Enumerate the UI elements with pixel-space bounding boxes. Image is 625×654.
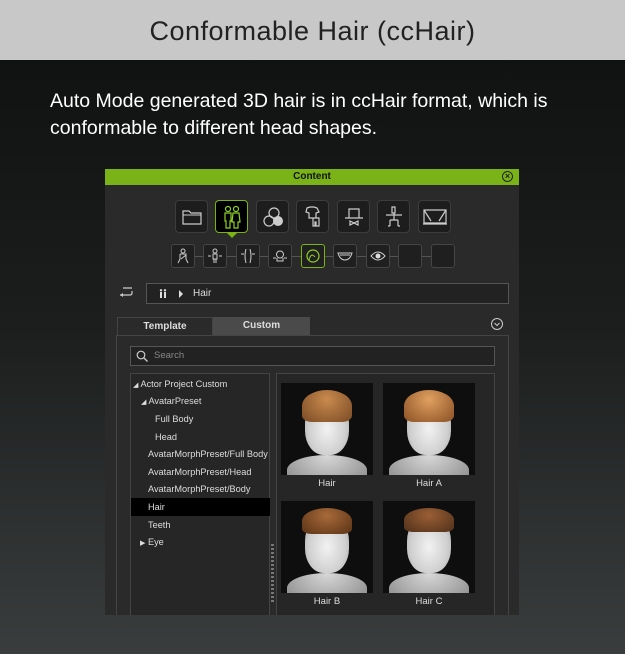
window-title: Content <box>293 171 331 182</box>
tree-item-selected[interactable]: Hair <box>131 498 270 516</box>
content-window: Content × Hair Template Custom Search ◢ … <box>105 169 519 615</box>
item-label: Hair B <box>313 596 341 607</box>
folder-icon[interactable] <box>175 200 208 233</box>
morph-head-icon[interactable] <box>268 244 292 268</box>
window-title-bar: Content × <box>105 169 519 185</box>
tab-custom[interactable]: Custom <box>213 317 310 335</box>
body-icon[interactable] <box>171 244 195 268</box>
item-label: Hair C <box>415 596 443 607</box>
tree-item-label: AvatarPreset <box>148 396 202 406</box>
pointer-arrow <box>227 233 237 238</box>
stage-icon[interactable] <box>418 200 451 233</box>
hair-icon[interactable] <box>301 244 325 268</box>
morph-body-icon[interactable] <box>203 244 227 268</box>
item-thumbnail[interactable] <box>281 383 373 475</box>
tree-item[interactable]: AvatarMorphPreset/Full Body <box>131 445 270 463</box>
close-icon[interactable]: × <box>502 171 513 182</box>
tree-item-label: Eye <box>147 537 164 547</box>
chevron-right-icon <box>179 290 183 298</box>
tree-item[interactable]: Head <box>131 428 270 446</box>
tree-item[interactable]: AvatarMorphPreset/Body <box>131 480 270 498</box>
tree-item[interactable]: ◢ AvatarPreset <box>131 392 270 410</box>
item-thumbnail[interactable] <box>383 501 475 593</box>
chevron-right-icon: ▶ <box>140 540 146 547</box>
actor-icon[interactable] <box>215 200 248 233</box>
accessory-icon[interactable] <box>337 200 370 233</box>
tree-item[interactable]: Full Body <box>131 410 270 428</box>
item-thumbnail[interactable] <box>281 501 373 593</box>
eye-icon[interactable] <box>366 244 390 268</box>
tab-template[interactable]: Template <box>117 317 213 335</box>
teeth-icon[interactable] <box>333 244 357 268</box>
tree-item[interactable]: ◢ Actor Project Custom <box>131 375 270 393</box>
back-icon[interactable] <box>119 287 133 297</box>
search-placeholder: Search <box>154 350 185 361</box>
empty-slot-icon[interactable] <box>398 244 422 268</box>
clothing-icon[interactable] <box>296 200 329 233</box>
splitter-handle[interactable] <box>271 544 274 604</box>
search-icon <box>136 350 148 362</box>
breadcrumb-item[interactable]: Hair <box>193 284 211 303</box>
empty-slot-icon[interactable] <box>431 244 455 268</box>
morph-waist-icon[interactable] <box>236 244 260 268</box>
motion-icon[interactable] <box>377 200 410 233</box>
item-grid: Hair Hair A Hair B Hair C <box>276 373 495 615</box>
tree-item-label: Actor Project Custom <box>140 379 228 389</box>
expand-options-icon[interactable] <box>491 318 503 330</box>
actor-icon[interactable] <box>159 289 167 298</box>
item-thumbnail[interactable] <box>383 383 475 475</box>
page-header: Conformable Hair (ccHair) <box>0 0 625 60</box>
intro-text: Auto Mode generated 3D hair is in ccHair… <box>50 90 548 139</box>
material-icon[interactable] <box>256 200 289 233</box>
tree-item[interactable]: Teeth <box>131 516 270 534</box>
tree-item[interactable]: AvatarMorphPreset/Head <box>131 463 270 481</box>
folder-tree: ◢ Actor Project Custom ◢ AvatarPreset Fu… <box>130 373 270 615</box>
search-input[interactable]: Search <box>130 346 495 366</box>
item-label: Hair A <box>416 478 442 489</box>
tree-item[interactable]: ▶ Eye <box>131 533 270 551</box>
item-label: Hair <box>318 478 336 489</box>
breadcrumb: Hair <box>146 283 509 304</box>
